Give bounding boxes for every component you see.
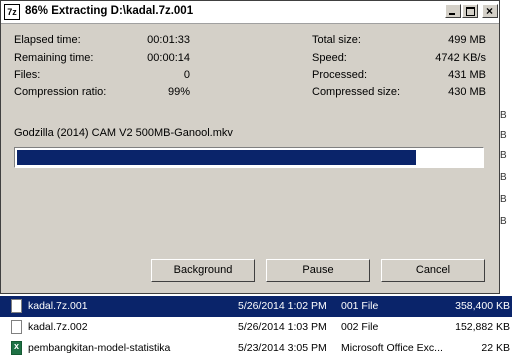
minimize-button[interactable]: [445, 4, 461, 18]
file-date: 5/26/2014 1:03 PM: [238, 321, 327, 333]
total-size-value: 499 MB: [448, 34, 486, 46]
total-size-label: Total size:: [312, 34, 361, 46]
close-icon: ×: [486, 4, 494, 18]
current-file-name: Godzilla (2014) CAM V2 500MB-Ganool.mkv: [14, 127, 233, 139]
excel-file-icon: [11, 341, 22, 355]
maximize-button[interactable]: [462, 4, 478, 18]
file-icon: [11, 299, 22, 313]
file-name: kadal.7z.001: [28, 300, 88, 312]
background-button[interactable]: Background: [151, 259, 255, 282]
background-edge-text: B: [500, 194, 507, 205]
file-type: Microsoft Office Exc...: [341, 342, 443, 354]
file-row[interactable]: pembangkitan-model-statistika 5/23/2014 …: [0, 338, 512, 359]
background-edge-text: B: [500, 216, 507, 227]
file-date: 5/26/2014 1:02 PM: [238, 300, 327, 312]
elapsed-time-value: 00:01:33: [147, 34, 190, 46]
pause-button[interactable]: Pause: [266, 259, 370, 282]
file-date: 5/23/2014 3:05 PM: [238, 342, 327, 354]
files-value: 0: [183, 69, 190, 81]
background-edge-text: B: [500, 110, 507, 121]
background-edge-text: B: [500, 172, 507, 183]
file-icon: [11, 320, 22, 334]
file-type: 001 File: [341, 300, 379, 312]
progress-bar-fill: [17, 150, 416, 165]
file-size: 152,882 KB: [455, 321, 510, 333]
compressed-size-label: Compressed size:: [312, 86, 401, 98]
processed-label: Processed:: [312, 69, 368, 81]
close-button[interactable]: ×: [482, 4, 498, 18]
window-title: 86% Extracting D:\kadal.7z.001: [25, 5, 194, 17]
compression-ratio-value: 99%: [167, 86, 190, 98]
remaining-time-value: 00:00:14: [147, 52, 190, 64]
progress-bar: [14, 147, 484, 168]
7zip-app-icon: 7z: [4, 4, 20, 20]
file-size: 22 KB: [481, 342, 510, 354]
remaining-time-label: Remaining time:: [14, 52, 94, 64]
file-name: kadal.7z.002: [28, 321, 88, 333]
file-row[interactable]: kadal.7z.001 5/26/2014 1:02 PM 001 File …: [0, 296, 512, 317]
compression-ratio-label: Compression ratio:: [14, 86, 107, 98]
file-name: pembangkitan-model-statistika: [28, 342, 171, 354]
file-row[interactable]: kadal.7z.002 5/26/2014 1:03 PM 002 File …: [0, 317, 512, 338]
cancel-button[interactable]: Cancel: [381, 259, 485, 282]
processed-value: 431 MB: [448, 69, 486, 81]
compressed-size-value: 430 MB: [448, 86, 486, 98]
background-edge-text: B: [500, 130, 507, 141]
elapsed-time-label: Elapsed time:: [14, 34, 81, 46]
title-bar[interactable]: 7z 86% Extracting D:\kadal.7z.001 ×: [1, 1, 499, 24]
files-label: Files:: [14, 69, 41, 81]
extraction-progress-dialog: 7z 86% Extracting D:\kadal.7z.001 × Elap…: [0, 0, 500, 294]
background-edge-text: B: [500, 150, 507, 161]
speed-value: 4742 KB/s: [435, 52, 486, 64]
file-size: 358,400 KB: [455, 300, 510, 312]
file-type: 002 File: [341, 321, 379, 333]
speed-label: Speed:: [312, 52, 347, 64]
